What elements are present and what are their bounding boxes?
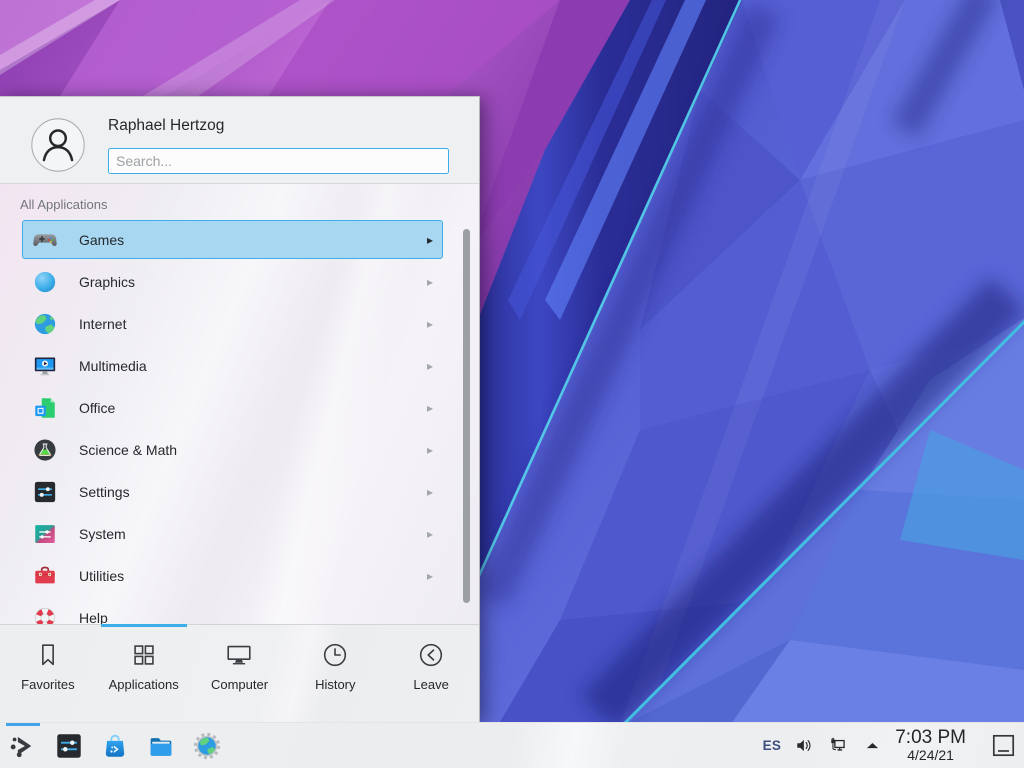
menu-item-label: Internet xyxy=(79,316,126,332)
submenu-arrow-icon: ▸ xyxy=(427,569,433,583)
tab-label: History xyxy=(315,677,355,692)
launcher-tab[interactable]: History xyxy=(287,625,383,722)
history-icon xyxy=(320,640,350,670)
submenu-arrow-icon: ▸ xyxy=(427,233,433,247)
menu-item-label: Office xyxy=(79,400,115,416)
launcher-tab[interactable]: Computer xyxy=(192,625,288,722)
system-tray-icons xyxy=(794,735,883,756)
utilities-icon xyxy=(32,563,58,589)
tray-item[interactable] xyxy=(862,735,883,756)
taskbar-app-button[interactable] xyxy=(54,723,84,768)
menu-item-label: Graphics xyxy=(79,274,135,290)
submenu-arrow-icon: ▸ xyxy=(427,485,433,499)
menu-item[interactable]: Utilities ▸ xyxy=(0,555,479,597)
application-launcher-menu: Raphael Hertzog All Applications Games ▸… xyxy=(0,96,480,722)
user-name: Raphael Hertzog xyxy=(108,117,224,135)
office-icon xyxy=(32,395,58,421)
taskbar-app-button[interactable] xyxy=(192,723,222,768)
computer-icon xyxy=(224,640,254,670)
submenu-arrow-icon: ▸ xyxy=(427,317,433,331)
system-icon xyxy=(32,521,58,547)
menu-item[interactable]: Graphics ▸ xyxy=(0,261,479,303)
app-launcher-icon xyxy=(8,731,38,761)
user-avatar-icon xyxy=(31,118,85,172)
menu-item-label: Settings xyxy=(79,484,130,500)
menu-item-label: System xyxy=(79,526,126,542)
submenu-arrow-icon: ▸ xyxy=(427,359,433,373)
submenu-arrow-icon: ▸ xyxy=(427,401,433,415)
menu-item-label: Utilities xyxy=(79,568,124,584)
launcher-body: All Applications Games ▸ Graphics ▸ Inte… xyxy=(0,184,479,624)
games-icon xyxy=(32,227,58,253)
expand-tray-icon xyxy=(862,735,883,756)
tray-item[interactable] xyxy=(794,735,815,756)
tray-item[interactable] xyxy=(828,735,849,756)
tab-label: Leave xyxy=(413,677,448,692)
menu-item[interactable]: Science & Math ▸ xyxy=(0,429,479,471)
favorites-icon xyxy=(33,640,63,670)
applications-icon xyxy=(129,640,159,670)
menu-item[interactable]: Multimedia ▸ xyxy=(0,345,479,387)
tab-label: Computer xyxy=(211,677,268,692)
show-desktop-icon xyxy=(990,732,1017,759)
menu-item[interactable]: Games ▸ xyxy=(0,219,479,261)
menu-item[interactable]: Settings ▸ xyxy=(0,471,479,513)
volume-icon xyxy=(794,735,815,756)
tab-label: Applications xyxy=(109,677,179,692)
clock-date: 4/24/21 xyxy=(895,748,966,763)
tab-label: Favorites xyxy=(21,677,74,692)
submenu-arrow-icon: ▸ xyxy=(427,275,433,289)
help-icon xyxy=(32,605,58,624)
launcher-tab[interactable]: Favorites xyxy=(0,625,96,722)
scrollbar[interactable] xyxy=(463,229,470,603)
launcher-header: Raphael Hertzog xyxy=(0,97,479,184)
section-label: All Applications xyxy=(20,197,479,212)
file-manager-icon xyxy=(146,731,176,761)
taskbar: ES 7:03 PM 4/24/21 xyxy=(0,722,1024,768)
discover-software-center-icon xyxy=(100,731,130,761)
graphics-icon xyxy=(32,269,58,295)
taskbar-app-button[interactable] xyxy=(100,723,130,768)
taskbar-app-button[interactable] xyxy=(8,723,38,768)
keyboard-layout-indicator[interactable]: ES xyxy=(763,738,782,753)
menu-item[interactable]: Internet ▸ xyxy=(0,303,479,345)
clock-time: 7:03 PM xyxy=(895,728,966,748)
desktop: Raphael Hertzog All Applications Games ▸… xyxy=(0,0,1024,768)
launcher-tab[interactable]: Leave xyxy=(383,625,479,722)
taskbar-app-button[interactable] xyxy=(146,723,176,768)
menu-item[interactable]: System ▸ xyxy=(0,513,479,555)
leave-icon xyxy=(416,640,446,670)
internet-icon xyxy=(32,311,58,337)
menu-item-label: Games xyxy=(79,232,124,248)
show-desktop-button[interactable] xyxy=(988,728,1018,764)
search-input[interactable] xyxy=(108,148,449,174)
network-icon xyxy=(828,735,849,756)
multimedia-icon xyxy=(32,353,58,379)
launcher-tab-bar: Favorites Applications Computer History … xyxy=(0,624,479,722)
launcher-tab[interactable]: Applications xyxy=(96,625,192,722)
system-settings-icon xyxy=(54,731,84,761)
menu-item-label: Multimedia xyxy=(79,358,147,374)
system-tray: ES xyxy=(763,735,884,756)
taskbar-pinned-apps xyxy=(8,723,222,768)
submenu-arrow-icon: ▸ xyxy=(427,527,433,541)
science-math-icon xyxy=(32,437,58,463)
menu-item[interactable]: Office ▸ xyxy=(0,387,479,429)
digital-clock[interactable]: 7:03 PM 4/24/21 xyxy=(895,728,966,763)
web-browser-icon xyxy=(192,731,222,761)
app-category-list: Games ▸ Graphics ▸ Internet ▸ Multimedia… xyxy=(0,219,479,624)
menu-item-label: Help xyxy=(79,610,108,624)
settings-icon xyxy=(32,479,58,505)
menu-item-label: Science & Math xyxy=(79,442,177,458)
menu-item[interactable]: Help ▸ xyxy=(0,597,479,624)
submenu-arrow-icon: ▸ xyxy=(427,443,433,457)
